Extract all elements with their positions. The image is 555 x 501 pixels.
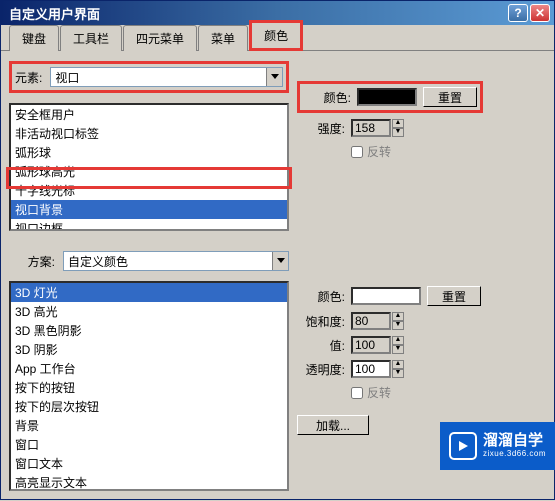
tab-colors[interactable]: 颜色 [249, 20, 303, 51]
spin-down[interactable]: ▼ [392, 345, 404, 354]
color-panel-1: 颜色: 重置 强度: ▲ ▼ [297, 81, 546, 166]
list-item-selected[interactable]: 3D 灯光 [11, 283, 287, 302]
list-item[interactable]: 按下的按钮 [11, 378, 287, 397]
saturation-spinner: ▲ ▼ [351, 312, 404, 330]
color-swatch-1[interactable] [357, 88, 417, 106]
element-combo[interactable] [50, 67, 283, 87]
invert-checkbox-1[interactable]: 反转 [351, 143, 391, 160]
spin-down[interactable]: ▼ [392, 369, 404, 378]
close-button[interactable]: ✕ [530, 4, 550, 22]
list-item[interactable]: 弧形球高光 [11, 162, 287, 181]
color-panel-2: 颜色: 重置 饱和度: ▲ ▼ 值: [297, 286, 546, 441]
list-item[interactable]: 非活动视口标签 [11, 124, 287, 143]
spin-buttons: ▲ ▼ [392, 119, 404, 137]
list-item[interactable]: 按下的层次按钮 [11, 397, 287, 416]
brand-name: 溜溜自学 [483, 433, 546, 450]
element-combo-input[interactable] [51, 70, 266, 84]
list-item[interactable]: 3D 阴影 [11, 340, 287, 359]
intensity-spinner: ▲ ▼ [351, 119, 404, 137]
list-item-selected[interactable]: 视口背景 [11, 200, 287, 219]
list-item[interactable]: 窗口 [11, 435, 287, 454]
load-button[interactable]: 加载... [297, 415, 369, 435]
intensity-input[interactable] [351, 119, 391, 137]
transparency-label: 透明度: [297, 361, 345, 378]
help-button[interactable]: ? [508, 4, 528, 22]
list-item[interactable]: App 工作台 [11, 359, 287, 378]
invert-checkbox-2[interactable]: 反转 [351, 384, 391, 401]
invert-label-2: 反转 [367, 384, 391, 401]
color-label-2: 颜色: [297, 288, 345, 305]
tab-strip: 键盘 工具栏 四元菜单 菜单 颜色 [1, 25, 554, 51]
transparency-row: 透明度: ▲ ▼ [297, 360, 546, 378]
saturation-input[interactable] [351, 312, 391, 330]
value-spinner: ▲ ▼ [351, 336, 404, 354]
element-row: 元素: [15, 67, 283, 87]
value-input[interactable] [351, 336, 391, 354]
reset-button-2[interactable]: 重置 [427, 286, 481, 306]
brand-watermark: 溜溜自学 zixue.3d66.com [440, 422, 555, 470]
chevron-down-icon [271, 74, 279, 80]
scheme-listbox[interactable]: 3D 灯光 3D 高光 3D 黑色阴影 3D 阴影 App 工作台 按下的按钮 … [9, 281, 289, 491]
color-reset-highlight: 颜色: 重置 [297, 81, 483, 113]
list-item[interactable]: 高亮显示文本 [11, 473, 287, 491]
invert-check-input-2[interactable] [351, 387, 363, 399]
list-item[interactable]: 视口边框 [11, 219, 287, 231]
color-swatch-2[interactable] [351, 287, 421, 305]
play-icon [449, 432, 477, 460]
list-item[interactable]: 十字线光标 [11, 181, 287, 200]
transparency-input[interactable] [351, 360, 391, 378]
tab-keyboard[interactable]: 键盘 [9, 25, 59, 51]
chevron-down-icon [277, 258, 285, 264]
left-column: 元素: 安全框用户 非活动视口标签 弧形球 弧形球高光 十字线光标 [9, 61, 289, 491]
spin-down[interactable]: ▼ [392, 128, 404, 137]
element-combo-highlight: 元素: [9, 61, 289, 93]
reset-button-1[interactable]: 重置 [423, 87, 477, 107]
list-item[interactable]: 背景 [11, 416, 287, 435]
intensity-label: 强度: [297, 120, 345, 137]
intensity-row: 强度: ▲ ▼ [297, 119, 546, 137]
tab-toolbar[interactable]: 工具栏 [60, 25, 122, 51]
spin-up[interactable]: ▲ [392, 119, 404, 128]
tab-quadmenu[interactable]: 四元菜单 [123, 25, 197, 51]
element-listbox[interactable]: 安全框用户 非活动视口标签 弧形球 弧形球高光 十字线光标 视口背景 视口边框 … [9, 103, 289, 231]
list-item[interactable]: 窗口文本 [11, 454, 287, 473]
element-label: 元素: [15, 69, 46, 86]
color-row-1: 颜色: 重置 [303, 87, 477, 107]
spin-down[interactable]: ▼ [392, 321, 404, 330]
brand-sub: zixue.3d66.com [483, 450, 546, 459]
list-item[interactable]: 安全框用户 [11, 105, 287, 124]
saturation-row: 饱和度: ▲ ▼ [297, 312, 546, 330]
spin-up[interactable]: ▲ [392, 360, 404, 369]
scheme-combo-dropdown[interactable] [272, 252, 288, 270]
list-item[interactable]: 3D 高光 [11, 302, 287, 321]
list-item[interactable]: 3D 黑色阴影 [11, 321, 287, 340]
invert-row-2: 反转 [297, 384, 546, 401]
invert-check-input-1[interactable] [351, 146, 363, 158]
element-list-wrapper: 安全框用户 非活动视口标签 弧形球 弧形球高光 十字线光标 视口背景 视口边框 … [9, 103, 289, 231]
spin-up[interactable]: ▲ [392, 336, 404, 345]
invert-row-1: 反转 [297, 143, 546, 160]
transparency-spinner: ▲ ▼ [351, 360, 404, 378]
color-row-2: 颜色: 重置 [297, 286, 546, 306]
value-row: 值: ▲ ▼ [297, 336, 546, 354]
spin-up[interactable]: ▲ [392, 312, 404, 321]
scheme-label: 方案: [9, 253, 59, 270]
saturation-label: 饱和度: [297, 313, 345, 330]
invert-label-1: 反转 [367, 143, 391, 160]
scheme-combo-input[interactable] [64, 254, 272, 268]
scheme-combo[interactable] [63, 251, 289, 271]
tab-menu[interactable]: 菜单 [198, 25, 248, 51]
value-label: 值: [297, 337, 345, 354]
titlebar-buttons: ? ✕ [508, 4, 550, 22]
scheme-row: 方案: [9, 251, 289, 271]
element-combo-dropdown[interactable] [266, 68, 282, 86]
list-item[interactable]: 弧形球 [11, 143, 287, 162]
color-label: 颜色: [303, 89, 351, 106]
